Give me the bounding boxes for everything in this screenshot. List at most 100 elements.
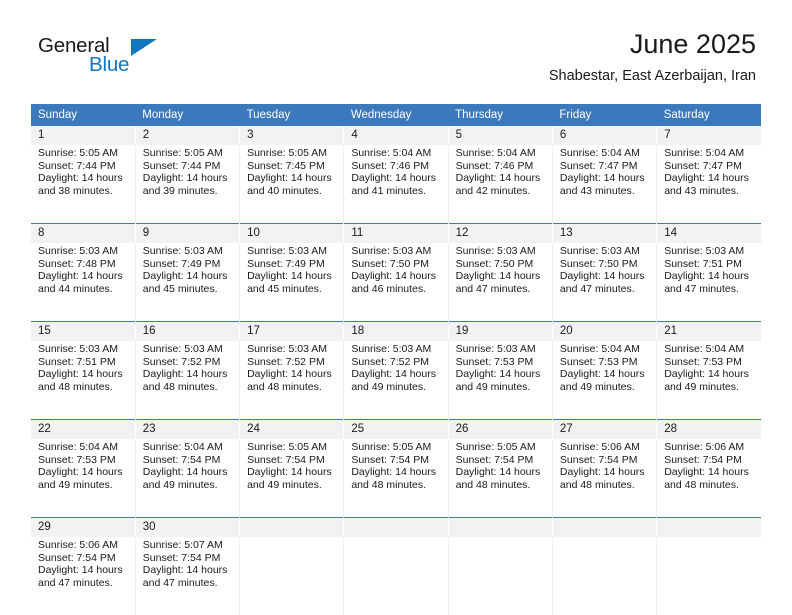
sunrise-text: Sunrise: 5:07 AM (142, 539, 223, 551)
day-cell[interactable]: Sunrise: 5:03 AM Sunset: 7:52 PM Dayligh… (135, 341, 241, 420)
day-cell[interactable]: Sunrise: 5:06 AM Sunset: 7:54 PM Dayligh… (656, 439, 761, 518)
sunrise-text: Sunrise: 5:06 AM (559, 441, 640, 453)
week-row-daynumbers: 29 30 (31, 517, 761, 537)
daylight-text: Daylight: 14 hours (247, 270, 332, 283)
sunrise-text: Sunrise: 5:03 AM (351, 343, 432, 355)
day-number[interactable]: 7 (656, 126, 761, 145)
day-number[interactable]: 8 (31, 223, 136, 243)
day-number[interactable]: 30 (135, 517, 241, 537)
day-cell[interactable]: Sunrise: 5:05 AM Sunset: 7:54 PM Dayligh… (343, 439, 449, 518)
day-number[interactable]: 27 (552, 419, 658, 439)
day-number[interactable]: 19 (448, 321, 553, 341)
day-cell[interactable]: Sunrise: 5:05 AM Sunset: 7:44 PM Dayligh… (31, 145, 136, 224)
weekday-header-thursday: Thursday (448, 104, 553, 126)
day-number[interactable]: 14 (656, 223, 761, 243)
day-cell[interactable]: Sunrise: 5:03 AM Sunset: 7:50 PM Dayligh… (552, 243, 658, 322)
day-number[interactable]: 26 (448, 419, 553, 439)
sunset-text: Sunset: 7:54 PM (559, 453, 638, 466)
daylight-text-cont: and 44 minutes. (38, 282, 113, 295)
day-number[interactable]: 11 (343, 223, 449, 243)
weekday-header-sunday: Sunday (31, 104, 136, 126)
day-cell-empty (552, 537, 658, 615)
daylight-text: Daylight: 14 hours (142, 270, 228, 283)
day-number[interactable]: 23 (135, 419, 241, 439)
day-cell[interactable]: Sunrise: 5:04 AM Sunset: 7:47 PM Dayligh… (552, 145, 658, 224)
day-number[interactable]: 5 (448, 126, 553, 145)
day-cell[interactable]: Sunrise: 5:03 AM Sunset: 7:51 PM Dayligh… (656, 243, 761, 322)
day-cell[interactable]: Sunrise: 5:03 AM Sunset: 7:51 PM Dayligh… (31, 341, 136, 420)
day-number[interactable]: 12 (448, 223, 553, 243)
day-cell[interactable]: Sunrise: 5:05 AM Sunset: 7:44 PM Dayligh… (135, 145, 241, 224)
day-cell[interactable]: Sunrise: 5:03 AM Sunset: 7:48 PM Dayligh… (31, 243, 136, 322)
daylight-text: Daylight: 14 hours (559, 368, 645, 381)
day-number[interactable]: 29 (31, 517, 136, 537)
day-number[interactable]: 18 (343, 321, 449, 341)
sunrise-text: Sunrise: 5:05 AM (142, 147, 223, 159)
sunset-text: Sunset: 7:46 PM (351, 159, 429, 172)
day-number[interactable]: 21 (656, 321, 761, 341)
sunset-text: Sunset: 7:53 PM (38, 453, 116, 466)
weekday-header-monday: Monday (135, 104, 240, 126)
day-cell[interactable]: Sunrise: 5:07 AM Sunset: 7:54 PM Dayligh… (135, 537, 241, 615)
page-header: General Blue June 2025 Shabestar, East A… (0, 0, 792, 100)
day-cell[interactable]: Sunrise: 5:04 AM Sunset: 7:47 PM Dayligh… (656, 145, 761, 224)
sunrise-text: Sunrise: 5:03 AM (38, 245, 118, 257)
daylight-text: Daylight: 14 hours (142, 172, 228, 185)
day-number[interactable]: 13 (552, 223, 658, 243)
daylight-text-cont: and 48 minutes. (351, 478, 427, 491)
day-cell[interactable]: Sunrise: 5:04 AM Sunset: 7:53 PM Dayligh… (552, 341, 658, 420)
day-number[interactable]: 25 (343, 419, 449, 439)
day-cell[interactable]: Sunrise: 5:03 AM Sunset: 7:52 PM Dayligh… (239, 341, 345, 420)
day-number[interactable]: 4 (343, 126, 449, 145)
day-number[interactable]: 3 (239, 126, 345, 145)
day-number[interactable]: 1 (31, 126, 136, 145)
day-cell[interactable]: Sunrise: 5:03 AM Sunset: 7:50 PM Dayligh… (343, 243, 449, 322)
day-cell[interactable]: Sunrise: 5:04 AM Sunset: 7:54 PM Dayligh… (135, 439, 241, 518)
day-cell[interactable]: Sunrise: 5:04 AM Sunset: 7:53 PM Dayligh… (31, 439, 136, 518)
daylight-text-cont: and 49 minutes. (38, 478, 113, 491)
day-number[interactable]: 28 (656, 419, 761, 439)
sunset-text: Sunset: 7:49 PM (142, 257, 221, 270)
day-cell[interactable]: Sunrise: 5:04 AM Sunset: 7:46 PM Dayligh… (448, 145, 553, 224)
day-number[interactable]: 15 (31, 321, 136, 341)
brand-logo[interactable]: General Blue (38, 35, 238, 84)
day-cell[interactable]: Sunrise: 5:06 AM Sunset: 7:54 PM Dayligh… (31, 537, 136, 615)
day-cell[interactable]: Sunrise: 5:05 AM Sunset: 7:54 PM Dayligh… (448, 439, 553, 518)
day-cell[interactable]: Sunrise: 5:05 AM Sunset: 7:54 PM Dayligh… (239, 439, 345, 518)
day-cell[interactable]: Sunrise: 5:03 AM Sunset: 7:53 PM Dayligh… (448, 341, 553, 420)
day-cell[interactable]: Sunrise: 5:03 AM Sunset: 7:49 PM Dayligh… (135, 243, 241, 322)
day-cell[interactable]: Sunrise: 5:04 AM Sunset: 7:53 PM Dayligh… (656, 341, 761, 420)
day-number[interactable]: 20 (552, 321, 658, 341)
day-cell[interactable]: Sunrise: 5:04 AM Sunset: 7:46 PM Dayligh… (343, 145, 449, 224)
daylight-text: Daylight: 14 hours (351, 270, 436, 283)
sunrise-text: Sunrise: 5:05 AM (455, 441, 536, 453)
daylight-text: Daylight: 14 hours (38, 172, 123, 185)
week-row-details: Sunrise: 5:03 AM Sunset: 7:48 PM Dayligh… (31, 243, 761, 322)
day-number[interactable]: 9 (135, 223, 241, 243)
day-number[interactable]: 16 (135, 321, 241, 341)
day-number[interactable]: 22 (31, 419, 136, 439)
day-cell[interactable]: Sunrise: 5:03 AM Sunset: 7:49 PM Dayligh… (239, 243, 345, 322)
week-row-details: Sunrise: 5:03 AM Sunset: 7:51 PM Dayligh… (31, 341, 761, 420)
day-number[interactable]: 10 (239, 223, 345, 243)
calendar-table: Sunday Monday Tuesday Wednesday Thursday… (31, 104, 761, 615)
sunrise-text: Sunrise: 5:03 AM (455, 245, 536, 257)
daylight-text: Daylight: 14 hours (664, 172, 749, 185)
sunrise-text: Sunrise: 5:06 AM (38, 539, 118, 551)
day-cell[interactable]: Sunrise: 5:06 AM Sunset: 7:54 PM Dayligh… (552, 439, 658, 518)
sunrise-text: Sunrise: 5:05 AM (38, 147, 118, 159)
day-number[interactable]: 2 (135, 126, 241, 145)
day-number[interactable]: 17 (239, 321, 345, 341)
day-cell[interactable]: Sunrise: 5:03 AM Sunset: 7:50 PM Dayligh… (448, 243, 553, 322)
day-number[interactable]: 24 (239, 419, 345, 439)
sunrise-text: Sunrise: 5:04 AM (351, 147, 432, 159)
sunrise-text: Sunrise: 5:04 AM (664, 147, 745, 159)
sunset-text: Sunset: 7:47 PM (559, 159, 638, 172)
title-block: June 2025 Shabestar, East Azerbaijan, Ir… (549, 28, 756, 85)
day-number[interactable]: 6 (552, 126, 658, 145)
sunset-text: Sunset: 7:54 PM (247, 453, 325, 466)
sunset-text: Sunset: 7:54 PM (38, 551, 116, 564)
day-cell[interactable]: Sunrise: 5:05 AM Sunset: 7:45 PM Dayligh… (239, 145, 345, 224)
daylight-text-cont: and 47 minutes. (38, 576, 113, 589)
day-cell[interactable]: Sunrise: 5:03 AM Sunset: 7:52 PM Dayligh… (343, 341, 449, 420)
